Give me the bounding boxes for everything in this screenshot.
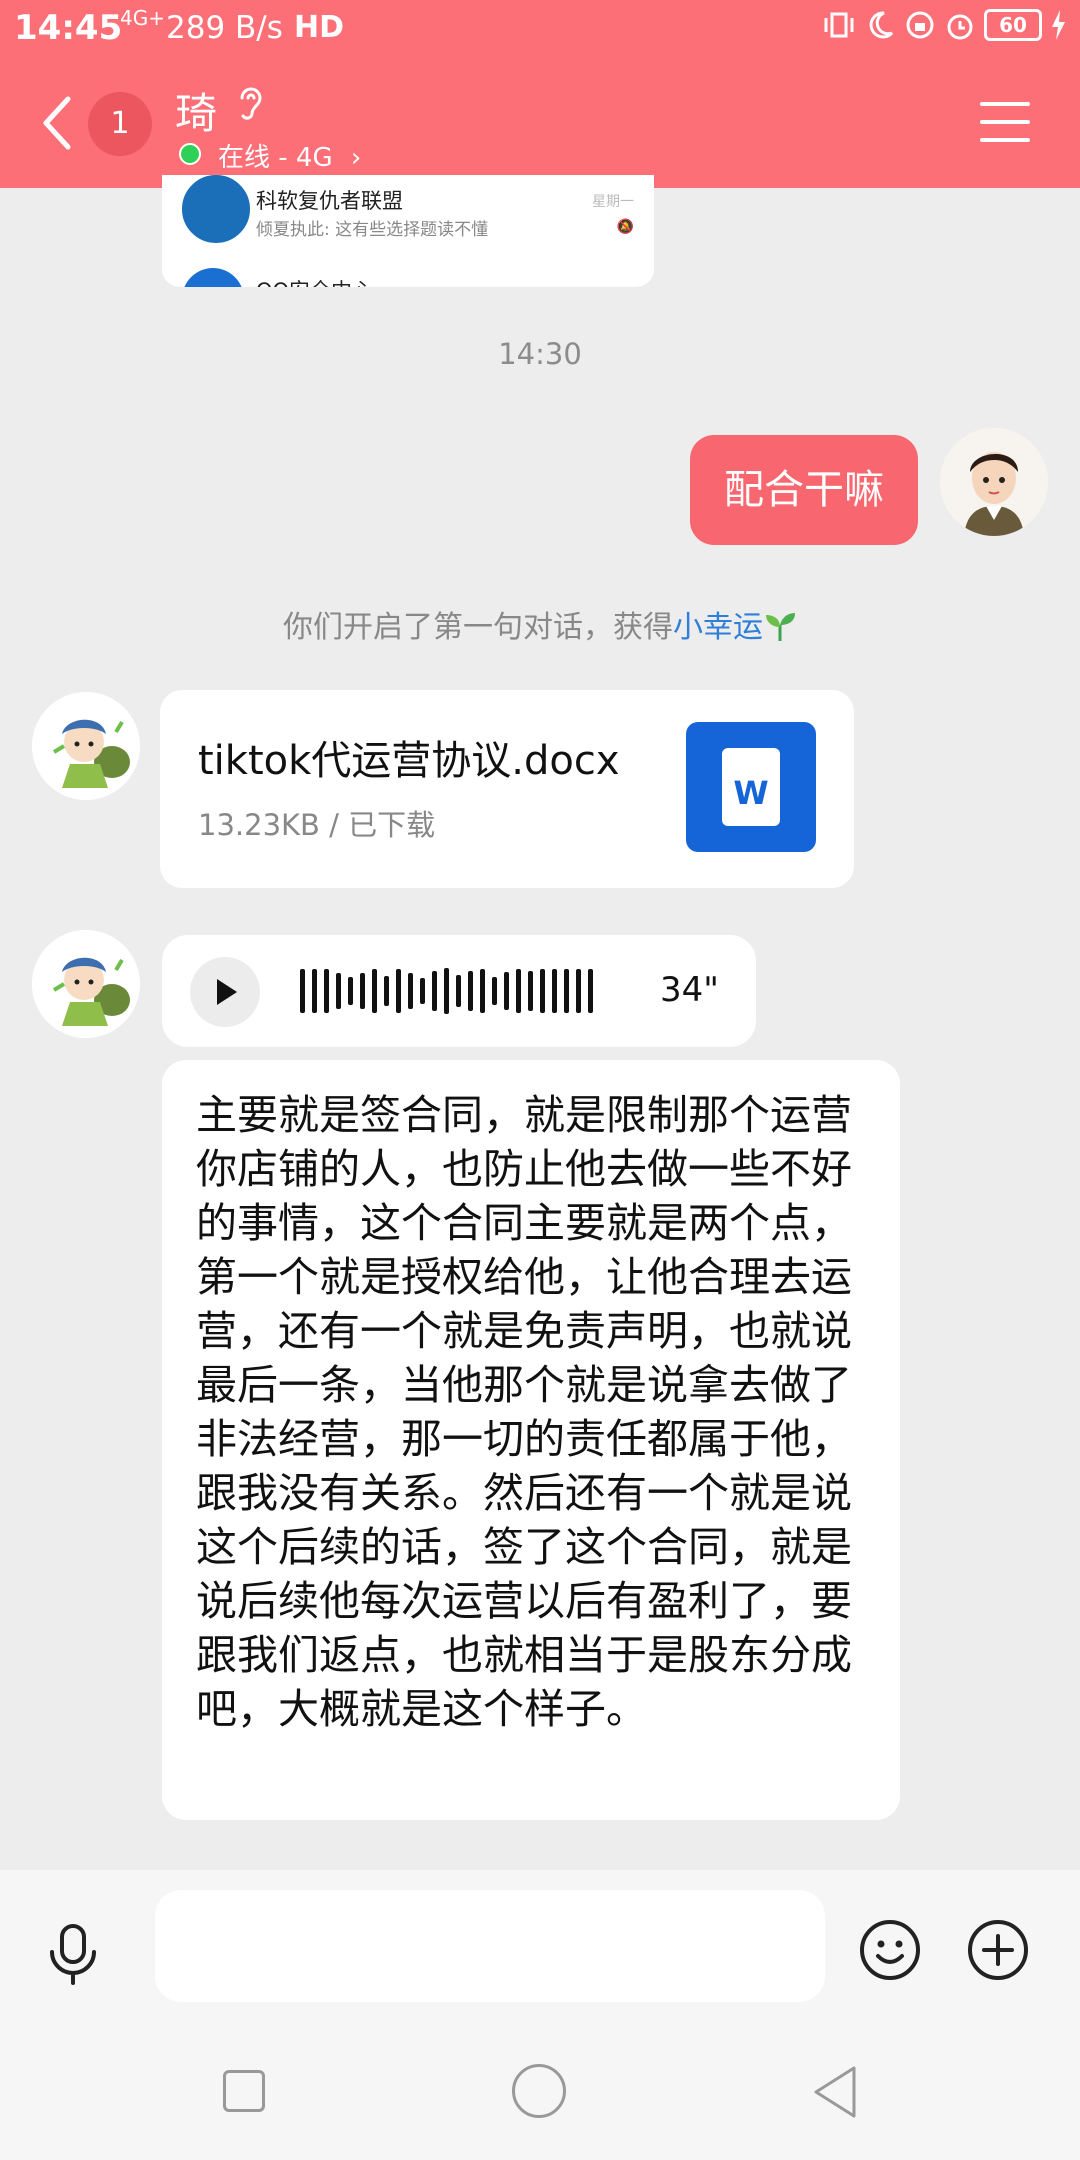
shared-card-title: 科软复仇者联盟 (256, 189, 403, 213)
chevron-right-icon: › (350, 143, 362, 173)
status-label: 在线 - 4G (218, 143, 333, 173)
emoji-icon[interactable] (858, 1918, 922, 1982)
shared-chat-card[interactable]: 科软复仇者联盟 倾夏执此: 这有些选择题读不懂 星期一 🔕 QQ安全中心 (162, 175, 654, 287)
avatar-boy-icon (940, 428, 1048, 536)
word-document-icon: W (686, 722, 816, 852)
voice-duration: 34" (660, 970, 719, 1010)
lucky-link[interactable]: 小幸运 (673, 610, 763, 645)
nav-back-icon[interactable] (810, 2064, 860, 2120)
outgoing-message-bubble[interactable]: 配合干嘛 (690, 435, 918, 545)
microphone-icon[interactable] (46, 1922, 100, 1986)
hd-indicator: HD (294, 10, 345, 45)
file-name: tiktok代运营协议.docx (198, 738, 620, 784)
online-status-text[interactable]: 在线 - 4G › (218, 137, 361, 174)
status-icons: 60 (822, 8, 1066, 42)
network-speed: 289 B/s (166, 10, 283, 46)
unread-badge[interactable]: 1 (88, 92, 152, 156)
chat-header (0, 55, 1080, 188)
group-avatar (182, 175, 250, 243)
file-message-card[interactable]: tiktok代运营协议.docx 13.23KB / 已下载 W (160, 690, 854, 888)
contact-name[interactable]: 琦 (175, 80, 217, 141)
word-letter: W (733, 774, 769, 812)
ear-icon (240, 87, 262, 120)
shared-card-day: 星期一 (592, 194, 634, 210)
battery-icon: 60 (984, 9, 1042, 41)
mute-icon: 🔕 (616, 219, 634, 235)
status-bar: 14:45 4G+ 289 B/s HD 60 (0, 0, 1080, 55)
back-icon[interactable] (40, 95, 74, 151)
security-center-avatar (182, 268, 244, 287)
alarm-icon (947, 14, 973, 40)
play-icon (217, 979, 237, 1005)
status-time: 14:45 (14, 8, 123, 48)
online-status-dot (179, 143, 201, 165)
avatar-cartoon-icon (32, 692, 140, 800)
play-button[interactable] (190, 957, 260, 1027)
moon-icon (869, 11, 894, 39)
lock-rotation-icon (906, 11, 934, 39)
system-message-text: 你们开启了第一句对话，获得 (283, 610, 673, 645)
message-timestamp: 14:30 (498, 337, 582, 371)
text-message-bubble[interactable]: 主要就是签合同，就是限制那个运营你店铺的人，也防止他去做一些不好的事情，这个合同… (162, 1060, 900, 1820)
sprout-icon (766, 613, 795, 641)
system-nav-bar (0, 2008, 1080, 2160)
home-icon[interactable] (512, 2064, 566, 2118)
document-page-shape: W (722, 748, 780, 826)
system-message: 你们开启了第一句对话，获得小幸运 (0, 602, 1080, 646)
network-type: 4G+ (120, 6, 165, 30)
voice-message-bubble[interactable]: 34" (162, 935, 756, 1047)
menu-icon[interactable] (980, 100, 1030, 144)
charging-icon (1052, 10, 1065, 40)
file-meta: 13.23KB / 已下载 (198, 808, 436, 842)
shared-card-description: 倾夏执此: 这有些选择题读不懂 (256, 220, 489, 240)
input-bar (0, 1870, 1080, 2008)
message-input[interactable] (155, 1890, 825, 2002)
vibrate-icon (824, 12, 854, 38)
contact-avatar[interactable] (32, 930, 140, 1038)
shared-card-title-2: QQ安全中心 (256, 275, 373, 287)
my-avatar[interactable] (940, 428, 1048, 536)
voice-waveform (300, 961, 593, 1021)
avatar-cartoon-icon (32, 930, 140, 1038)
recent-apps-icon[interactable] (223, 2070, 265, 2112)
plus-icon[interactable] (966, 1918, 1030, 1982)
contact-avatar[interactable] (32, 692, 140, 800)
text-message-body: 主要就是签合同，就是限制那个运营你店铺的人，也防止他去做一些不好的事情，这个合同… (196, 1091, 852, 1733)
